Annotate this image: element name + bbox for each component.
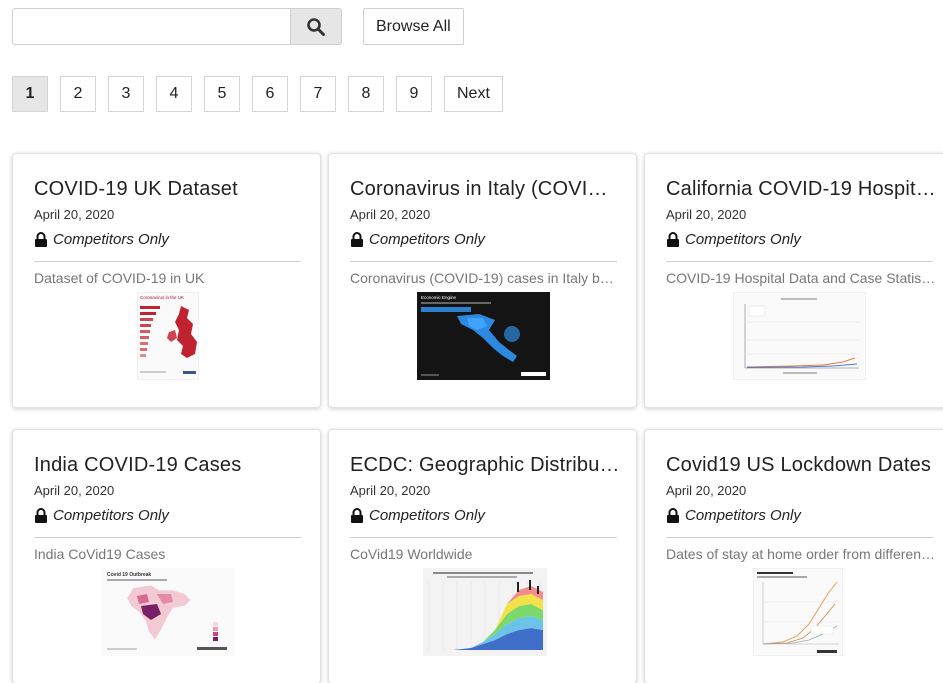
- italy-thumb-title: Economic Engine: [421, 295, 457, 300]
- lock-icon: [350, 508, 364, 523]
- card-date: April 20, 2020: [350, 207, 431, 222]
- card-title[interactable]: COVID-19 UK Dataset: [34, 178, 304, 201]
- card-access-badge: Competitors Only: [34, 231, 169, 248]
- dataset-card[interactable]: ECDC: Geographic Distribution of COVID-1…: [328, 429, 637, 683]
- lock-icon: [350, 232, 364, 247]
- lock-icon: [34, 232, 48, 247]
- search-input[interactable]: [12, 8, 290, 45]
- card-title[interactable]: California COVID-19 Hospital Data: [666, 178, 936, 201]
- card-description: COVID-19 Hospital Data and Case Statisti…: [666, 270, 936, 286]
- dataset-card[interactable]: Coronavirus in Italy (COVID-19) April 20…: [328, 153, 637, 408]
- hospital-chart-thumbnail: [733, 292, 866, 380]
- card-divider: [34, 537, 301, 538]
- card-access-badge: Competitors Only: [350, 507, 485, 524]
- card-access-label: Competitors Only: [53, 231, 169, 248]
- page-button-5[interactable]: 5: [204, 76, 240, 112]
- page-button-9[interactable]: 9: [396, 76, 432, 112]
- pagination: 1 2 3 4 5 6 7 8 9 Next: [12, 76, 515, 112]
- page-button-8[interactable]: 8: [348, 76, 384, 112]
- card-description: Dates of stay at home order from differe…: [666, 546, 936, 562]
- card-divider: [350, 537, 617, 538]
- search-icon: [307, 17, 325, 36]
- card-access-label: Competitors Only: [685, 507, 801, 524]
- card-description: CoVid19 Worldwide: [350, 546, 473, 562]
- search-button[interactable]: [290, 8, 342, 45]
- uk-thumb-title: Coronavirus in the UK: [140, 295, 184, 300]
- card-access-badge: Competitors Only: [666, 507, 801, 524]
- card-title[interactable]: India COVID-19 Cases: [34, 454, 304, 477]
- card-title[interactable]: ECDC: Geographic Distribution of COVID-1…: [350, 454, 620, 477]
- card-date: April 20, 2020: [34, 207, 115, 222]
- card-title[interactable]: Coronavirus in Italy (COVID-19): [350, 178, 620, 201]
- browse-all-button[interactable]: Browse All: [363, 8, 464, 45]
- india-thumb-title: Covid 19 Outbreak: [107, 572, 151, 578]
- page-button-4[interactable]: 4: [156, 76, 192, 112]
- card-date: April 20, 2020: [666, 483, 747, 498]
- uk-map-thumbnail: Coronavirus in the UK: [137, 292, 199, 380]
- worldwide-chart-thumbnail: [423, 568, 547, 656]
- card-access-badge: Competitors Only: [350, 231, 485, 248]
- dataset-card[interactable]: Covid19 US Lockdown Dates April 20, 2020…: [644, 429, 943, 683]
- dataset-card[interactable]: COVID-19 UK Dataset April 20, 2020 Compe…: [12, 153, 321, 408]
- card-access-label: Competitors Only: [369, 231, 485, 248]
- card-description: Dataset of COVID-19 in UK: [34, 270, 205, 286]
- lockdown-chart-thumbnail: [753, 568, 843, 656]
- page-button-1[interactable]: 1: [12, 76, 48, 112]
- page-button-6[interactable]: 6: [252, 76, 288, 112]
- card-access-badge: Competitors Only: [666, 231, 801, 248]
- page-button-2[interactable]: 2: [60, 76, 96, 112]
- page-button-7[interactable]: 7: [300, 76, 336, 112]
- dataset-card[interactable]: India COVID-19 Cases April 20, 2020 Comp…: [12, 429, 321, 683]
- lock-icon: [34, 508, 48, 523]
- italy-map-thumbnail: Economic Engine: [417, 292, 550, 380]
- card-divider: [350, 261, 617, 262]
- lock-icon: [666, 508, 680, 523]
- india-map-thumbnail: Covid 19 Outbreak: [101, 568, 234, 656]
- card-date: April 20, 2020: [666, 207, 747, 222]
- search-bar: Browse All: [12, 8, 464, 45]
- card-divider: [34, 261, 301, 262]
- card-description: India CoVid19 Cases: [34, 546, 166, 562]
- page-button-3[interactable]: 3: [108, 76, 144, 112]
- card-title[interactable]: Covid19 US Lockdown Dates: [666, 454, 936, 477]
- lock-icon: [666, 232, 680, 247]
- card-access-label: Competitors Only: [369, 507, 485, 524]
- card-divider: [666, 537, 933, 538]
- next-page-button[interactable]: Next: [444, 76, 503, 112]
- card-access-label: Competitors Only: [53, 507, 169, 524]
- card-access-label: Competitors Only: [685, 231, 801, 248]
- card-access-badge: Competitors Only: [34, 507, 169, 524]
- dataset-card[interactable]: California COVID-19 Hospital Data April …: [644, 153, 943, 408]
- card-date: April 20, 2020: [34, 483, 115, 498]
- card-date: April 20, 2020: [350, 483, 431, 498]
- card-description: Coronavirus (COVID-19) cases in Italy by…: [350, 270, 620, 286]
- card-divider: [666, 261, 933, 262]
